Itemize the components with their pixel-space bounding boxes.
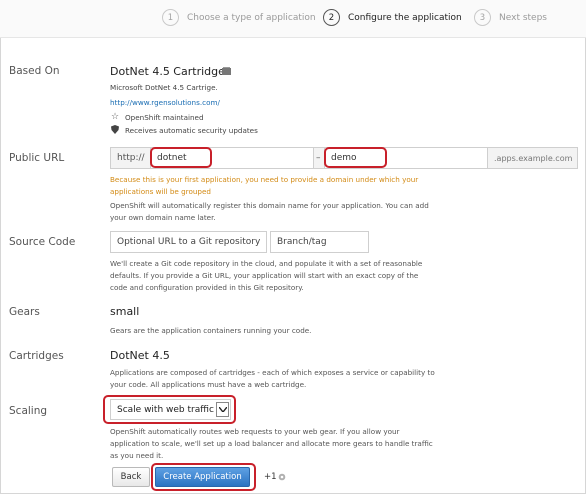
git-repo-input[interactable]: Optional URL to a Git repository — [110, 231, 267, 253]
shield-icon — [110, 124, 120, 135]
step-label: Next steps — [499, 12, 547, 23]
url-suffix-addon: .apps.example.com — [487, 147, 578, 169]
step-number: 3 — [474, 9, 491, 26]
step-next-steps[interactable]: 3 Next steps — [474, 9, 547, 26]
cartridge-description: Microsoft DotNet 4.5 Cartrige. — [110, 83, 218, 92]
annotation-ring-create — [151, 463, 256, 491]
step-label: Choose a type of application — [187, 12, 316, 23]
source-help-line: code and configuration provided in this … — [110, 283, 304, 292]
scaling-label: Scaling — [9, 405, 48, 417]
cartridge-value: DotNet 4.5 — [110, 349, 170, 362]
based-on-label: Based On — [9, 65, 60, 77]
maintained-text: OpenShift maintained — [125, 113, 204, 122]
cartridge-badge-icon — [221, 65, 231, 77]
gear-size-value: small — [110, 305, 140, 318]
cartridge-title: DotNet 4.5 Cartridge — [110, 65, 225, 78]
source-code-label: Source Code — [9, 236, 76, 248]
gear-cost-text: +1 — [264, 472, 277, 482]
annotation-ring-namespace — [324, 147, 387, 168]
gears-label: Gears — [9, 306, 40, 318]
cartridges-label: Cartridges — [9, 350, 64, 362]
cartridges-help-line: your code. All applications must have a … — [110, 380, 307, 389]
domain-warning-line: applications will be grouped — [110, 187, 211, 196]
wizard-steps: 1 Choose a type of application 2 Configu… — [0, 0, 586, 38]
domain-help-line: your own domain name later. — [110, 213, 216, 222]
cartridge-url-link[interactable]: http://www.rgensolutions.com/ — [110, 98, 220, 107]
url-prefix-addon: http:// — [110, 147, 151, 169]
back-button[interactable]: Back — [112, 467, 150, 487]
annotation-ring-scaling — [103, 395, 236, 424]
step-configure[interactable]: 2 Configure the application — [323, 9, 462, 26]
gear-icon — [277, 471, 287, 482]
step-choose-type[interactable]: 1 Choose a type of application — [162, 9, 316, 26]
scaling-help-line: as you need it. — [110, 451, 164, 460]
step-label: Configure the application — [348, 12, 462, 23]
step-number: 2 — [323, 9, 340, 26]
annotation-ring-app-name — [150, 147, 212, 168]
star-icon: ☆ — [110, 111, 120, 122]
step-number: 1 — [162, 9, 179, 26]
public-url-label: Public URL — [9, 152, 65, 164]
git-branch-input[interactable]: Branch/tag — [270, 231, 369, 253]
gears-help: Gears are the application containers run… — [110, 326, 312, 335]
security-updates-text: Receives automatic security updates — [125, 126, 258, 135]
